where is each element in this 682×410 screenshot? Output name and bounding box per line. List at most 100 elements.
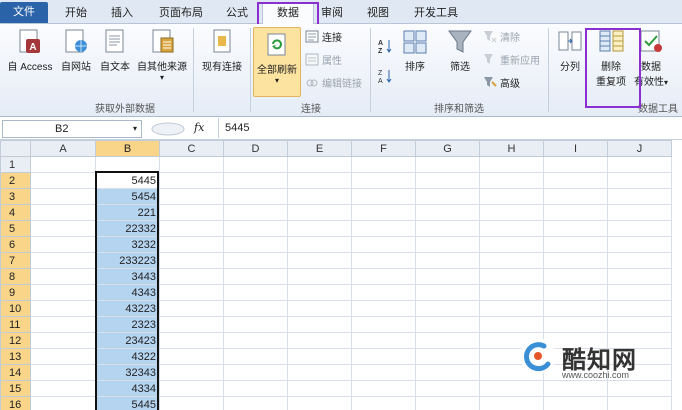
cell[interactable]: [287, 204, 352, 221]
selected-cell[interactable]: 4343: [95, 284, 160, 301]
cell[interactable]: [351, 396, 416, 410]
cell[interactable]: [351, 284, 416, 301]
cell[interactable]: [223, 204, 288, 221]
tab-home[interactable]: 开始: [58, 4, 94, 24]
tab-data[interactable]: 数据: [262, 3, 314, 24]
edit-links-button[interactable]: 编辑链接: [305, 76, 362, 92]
cell[interactable]: [159, 268, 224, 285]
cell[interactable]: [351, 348, 416, 365]
tab-review[interactable]: 审阅: [314, 4, 350, 24]
cell[interactable]: [415, 236, 480, 253]
cell[interactable]: [30, 300, 96, 317]
cell[interactable]: [415, 188, 480, 205]
cell[interactable]: [607, 396, 672, 410]
cell[interactable]: [543, 188, 608, 205]
row-header-selected[interactable]: 13: [0, 348, 31, 365]
cell[interactable]: [415, 156, 480, 173]
cell[interactable]: [287, 156, 352, 173]
cell[interactable]: [415, 204, 480, 221]
cell[interactable]: [415, 172, 480, 189]
properties-button[interactable]: 属性: [305, 53, 342, 69]
from-text-button[interactable]: 自文本: [96, 28, 134, 73]
cell[interactable]: [415, 268, 480, 285]
column-header[interactable]: A: [30, 140, 96, 157]
sort-button[interactable]: 排序: [398, 28, 432, 73]
cell[interactable]: [30, 172, 96, 189]
cell[interactable]: [30, 252, 96, 269]
column-header[interactable]: E: [287, 140, 352, 157]
cell[interactable]: [30, 380, 96, 397]
cell[interactable]: [30, 220, 96, 237]
cell[interactable]: [543, 300, 608, 317]
cell[interactable]: [159, 284, 224, 301]
cell[interactable]: [287, 284, 352, 301]
cell[interactable]: [223, 348, 288, 365]
cell[interactable]: [415, 380, 480, 397]
selected-cell[interactable]: 4322: [95, 348, 160, 365]
name-box[interactable]: B2 ▾: [2, 120, 142, 138]
tab-insert[interactable]: 插入: [104, 4, 140, 24]
cell[interactable]: [223, 268, 288, 285]
cell[interactable]: [351, 380, 416, 397]
cell[interactable]: [159, 204, 224, 221]
cell[interactable]: [223, 316, 288, 333]
insert-function-icon[interactable]: fx: [194, 121, 204, 134]
from-access-button[interactable]: A 自 Access: [4, 28, 56, 73]
cell[interactable]: [351, 172, 416, 189]
row-header-selected[interactable]: 14: [0, 364, 31, 381]
cell[interactable]: [223, 236, 288, 253]
cell[interactable]: [351, 236, 416, 253]
cell[interactable]: [287, 316, 352, 333]
cell[interactable]: [223, 300, 288, 317]
selected-cell[interactable]: 3232: [95, 236, 160, 253]
formula-bar-resize-handle-icon[interactable]: [150, 121, 186, 137]
column-header-selected[interactable]: B: [95, 140, 160, 157]
cell[interactable]: [159, 188, 224, 205]
cell[interactable]: [607, 156, 672, 173]
column-header[interactable]: F: [351, 140, 416, 157]
cell[interactable]: [479, 396, 544, 410]
cell[interactable]: [607, 284, 672, 301]
cell[interactable]: [30, 156, 96, 173]
row-header-selected[interactable]: 6: [0, 236, 31, 253]
sort-descending-button[interactable]: ZA: [377, 68, 396, 84]
cell[interactable]: [159, 380, 224, 397]
cell[interactable]: [415, 396, 480, 410]
selected-cell[interactable]: 233223: [95, 252, 160, 269]
connections-button[interactable]: 连接: [305, 30, 342, 46]
row-header-selected[interactable]: 11: [0, 316, 31, 333]
row-header-selected[interactable]: 9: [0, 284, 31, 301]
cell[interactable]: [543, 396, 608, 410]
cell[interactable]: [479, 300, 544, 317]
column-header[interactable]: J: [607, 140, 672, 157]
cell[interactable]: [351, 268, 416, 285]
cell[interactable]: [223, 188, 288, 205]
selected-cell[interactable]: 43223: [95, 300, 160, 317]
cell[interactable]: [543, 156, 608, 173]
column-header[interactable]: H: [479, 140, 544, 157]
cell[interactable]: [159, 364, 224, 381]
cell[interactable]: [287, 396, 352, 410]
row-header-selected[interactable]: 16: [0, 396, 31, 410]
cell[interactable]: [223, 156, 288, 173]
cell[interactable]: [543, 284, 608, 301]
reapply-filter-button[interactable]: 重新应用: [483, 53, 540, 69]
cell[interactable]: [543, 316, 608, 333]
cell[interactable]: [479, 156, 544, 173]
cell[interactable]: [607, 220, 672, 237]
cell[interactable]: [223, 396, 288, 410]
cell[interactable]: [415, 252, 480, 269]
sort-ascending-button[interactable]: AZ: [377, 38, 396, 54]
row-header-selected[interactable]: 3: [0, 188, 31, 205]
existing-connections-button[interactable]: 现有连接: [197, 28, 247, 73]
cell[interactable]: [287, 172, 352, 189]
tab-view[interactable]: 视图: [360, 4, 396, 24]
cell[interactable]: [351, 316, 416, 333]
selected-cell[interactable]: 4334: [95, 380, 160, 397]
column-header[interactable]: I: [543, 140, 608, 157]
cell[interactable]: [543, 252, 608, 269]
cell[interactable]: [159, 220, 224, 237]
cell[interactable]: [159, 172, 224, 189]
selected-cell[interactable]: 32343: [95, 364, 160, 381]
row-header[interactable]: 1: [0, 156, 31, 173]
